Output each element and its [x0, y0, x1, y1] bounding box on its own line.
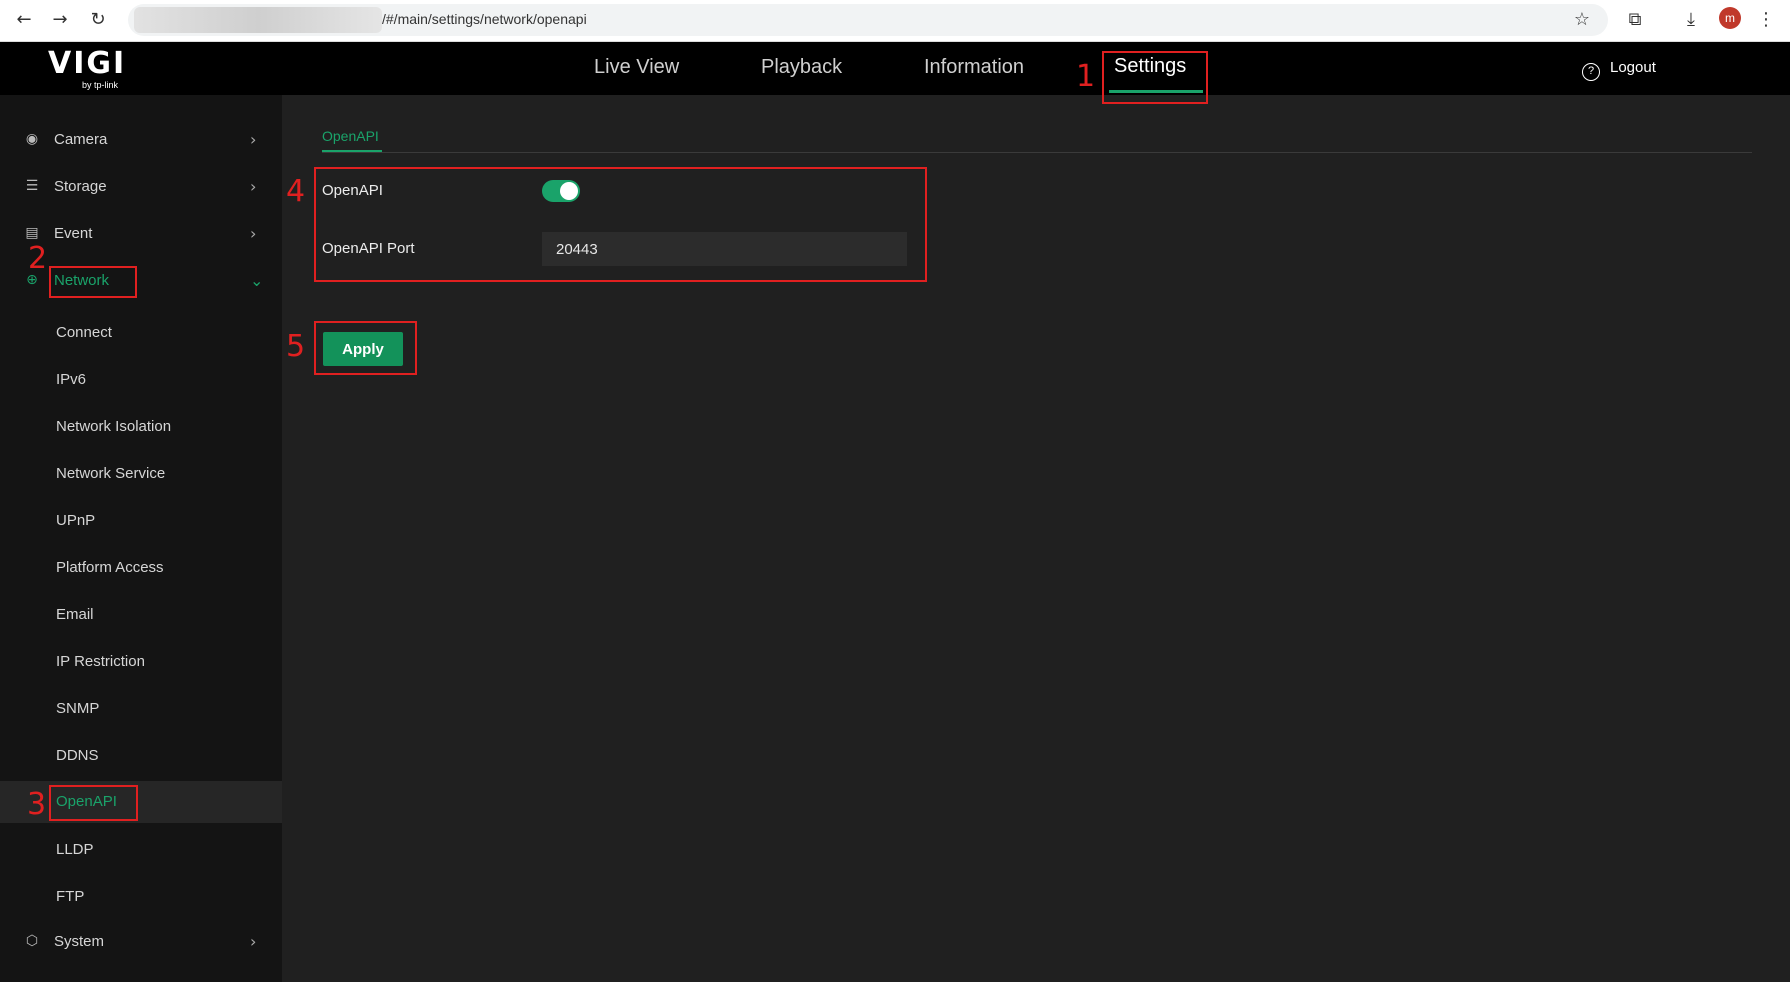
event-icon: ▤	[25, 225, 39, 241]
annotation-box-openapi-menu	[49, 785, 138, 821]
back-arrow-icon[interactable]: ←	[12, 8, 36, 32]
sidebar-item-camera[interactable]: ◉ Camera ›	[0, 120, 282, 160]
sidebar-item-label: Camera	[54, 131, 108, 148]
sidebar-subitem-label: Network Isolation	[56, 418, 172, 435]
kebab-menu-icon[interactable]: ⋮	[1754, 8, 1778, 32]
vigi-logo: VIGI by tp-link	[48, 46, 127, 90]
annotation-box-openapi-form	[314, 167, 927, 282]
sidebar-subitem-label: FTP	[56, 888, 85, 905]
chevron-right-icon: ›	[250, 177, 257, 196]
sidebar-subitem-connect[interactable]: Connect	[0, 314, 282, 352]
sidebar-subitem-ipv6[interactable]: IPv6	[0, 361, 282, 399]
profile-avatar[interactable]: m	[1719, 7, 1741, 29]
storage-icon: ☰	[25, 178, 39, 194]
address-bar[interactable]: /#/main/settings/network/openapi	[128, 4, 1608, 36]
sidebar-item-label: Storage	[54, 178, 107, 195]
sidebar-subitem-label: Network Service	[56, 465, 166, 482]
sidebar-item-storage[interactable]: ☰ Storage ›	[0, 167, 282, 207]
download-icon[interactable]: ⤓	[1679, 8, 1703, 32]
extensions-icon[interactable]: ⧉	[1623, 8, 1647, 32]
sidebar-subitem-ftp[interactable]: FTP	[0, 878, 282, 916]
sidebar-subitem-email[interactable]: Email	[0, 596, 282, 634]
sidebar-subitem-ddns[interactable]: DDNS	[0, 737, 282, 775]
annotation-number-3: 3	[27, 787, 47, 822]
nav-information[interactable]: Information	[924, 56, 1024, 79]
logout-button[interactable]: ? Logout	[1582, 59, 1656, 81]
tab-divider	[322, 152, 1752, 153]
annotation-number-2: 2	[28, 241, 48, 276]
sidebar-subitem-network-isolation[interactable]: Network Isolation	[0, 408, 282, 446]
chevron-right-icon: ›	[250, 130, 257, 149]
address-redacted	[134, 7, 382, 33]
sidebar-subitem-label: SNMP	[56, 700, 100, 717]
sidebar-subitem-label: Email	[56, 606, 94, 623]
sidebar-subitem-label: Platform Access	[56, 559, 164, 576]
annotation-box-apply	[314, 321, 417, 375]
chevron-right-icon: ›	[250, 224, 257, 243]
sidebar-subitem-platform-access[interactable]: Platform Access	[0, 549, 282, 587]
nav-playback[interactable]: Playback	[761, 56, 842, 79]
annotation-box-network	[49, 266, 137, 298]
star-icon[interactable]: ☆	[1570, 8, 1594, 32]
help-circle-icon: ?	[1582, 63, 1600, 81]
annotation-number-1: 1	[1076, 59, 1096, 94]
nav-live-view[interactable]: Live View	[594, 56, 679, 79]
sidebar-subitem-label: LLDP	[56, 841, 94, 858]
annotation-number-4: 4	[286, 174, 306, 209]
tab-openapi[interactable]: OpenAPI	[322, 128, 379, 144]
annotation-number-5: 5	[286, 329, 306, 364]
sidebar-subitem-lldp[interactable]: LLDP	[0, 831, 282, 869]
chevron-right-icon: ›	[250, 932, 257, 951]
sidebar-subitem-label: Connect	[56, 324, 112, 341]
sidebar-subitem-upnp[interactable]: UPnP	[0, 502, 282, 540]
reload-icon[interactable]: ↻	[86, 8, 110, 32]
logout-label: Logout	[1610, 59, 1656, 76]
forward-arrow-icon[interactable]: →	[48, 8, 72, 32]
sidebar-item-label: Event	[54, 225, 93, 242]
camera-icon: ◉	[25, 131, 39, 147]
system-icon: ⬡	[25, 933, 39, 949]
sidebar-subitem-label: IPv6	[56, 371, 87, 388]
chevron-down-icon: ⌄	[250, 271, 264, 290]
sidebar-subitem-label: IP Restriction	[56, 653, 145, 670]
sidebar-item-system[interactable]: ⬡ System ›	[0, 922, 282, 962]
app-header: VIGI by tp-link Live View Playback Infor…	[0, 42, 1790, 95]
browser-toolbar: ← → ↻ /#/main/settings/network/openapi ☆…	[0, 0, 1790, 42]
sidebar-subitem-network-service[interactable]: Network Service	[0, 455, 282, 493]
sidebar-item-label: System	[54, 933, 105, 950]
sidebar: ◉ Camera › ☰ Storage › ▤ Event › ⊕ Netwo…	[0, 95, 282, 982]
sidebar-subitem-label: DDNS	[56, 747, 99, 764]
annotation-box-settings	[1102, 51, 1208, 104]
address-url: /#/main/settings/network/openapi	[382, 11, 587, 27]
sidebar-subitem-snmp[interactable]: SNMP	[0, 690, 282, 728]
sidebar-subitem-label: UPnP	[56, 512, 96, 529]
sidebar-subitem-ip-restriction[interactable]: IP Restriction	[0, 643, 282, 681]
